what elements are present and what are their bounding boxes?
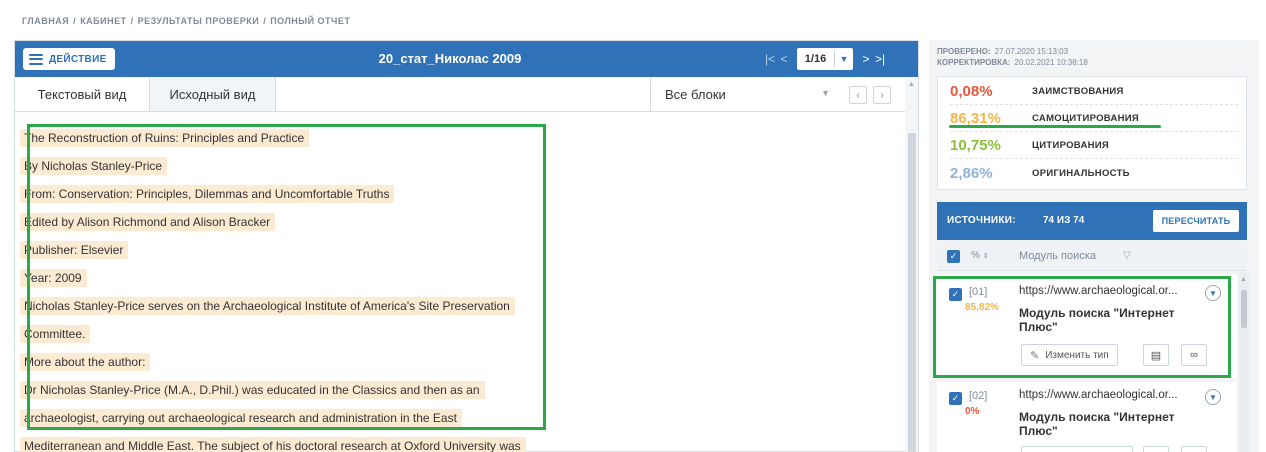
breadcrumb: ГЛАВНАЯ / КАБИНЕТ / РЕЗУЛЬТАТЫ ПРОВЕРКИ / ПОЛН… — [22, 16, 350, 26]
source-url[interactable]: https://www.archaeological.or... — [1019, 389, 1178, 401]
stat-row-citations: 10,75% ЦИТИРОВАНИЯ — [950, 133, 1238, 159]
page-navigator: |< < 1/16 ▼ > >| — [763, 47, 887, 71]
action-menu-button[interactable]: ДЕЙСТВИЕ — [23, 48, 115, 70]
sort-icon: ⇕ — [982, 253, 989, 260]
stat-row-originality: 2,86% ОРИГИНАЛЬНОСТЬ — [950, 160, 1238, 186]
source-item[interactable]: ✓ [02] 0% https://www.archaeological.or.… — [937, 382, 1237, 452]
corrected-value: 20.02.2021 10:38:18 — [1014, 58, 1088, 67]
change-type-button[interactable] — [1021, 446, 1133, 452]
checked-value: 27.07.2020 15:13:03 — [994, 47, 1069, 56]
checked-label: ПРОВЕРЕНО: — [937, 47, 991, 56]
source-module: Модуль поиска "Интернет Плюс" — [1019, 410, 1175, 438]
stat-value: 10,75% — [950, 137, 1001, 154]
breadcrumb-separator: / — [130, 16, 134, 26]
breadcrumb-results[interactable]: РЕЗУЛЬТАТЫ ПРОВЕРКИ — [138, 16, 260, 26]
document-scroll-thumb[interactable] — [908, 133, 916, 452]
corrected-label: КОРРЕКТИРОВКА: — [937, 58, 1011, 67]
stat-label: ЗАИМСТВОВАНИЯ — [1032, 86, 1124, 97]
action-label: ДЕЙСТВИЕ — [49, 53, 107, 65]
sort-percent[interactable]: % ⇕ — [971, 250, 989, 261]
breadcrumb-separator: / — [263, 16, 267, 26]
hamburger-icon — [29, 53, 43, 65]
tab-text-view[interactable]: Текстовый вид — [15, 77, 150, 111]
breadcrumb-separator: / — [73, 16, 77, 26]
breadcrumb-cabinet[interactable]: КАБИНЕТ — [80, 16, 126, 26]
sources-count: 74 ИЗ 74 — [1043, 215, 1085, 226]
next-page-icon[interactable]: > — [859, 52, 873, 66]
page-select[interactable]: 1/16 ▼ — [797, 48, 853, 70]
recalculate-button[interactable]: ПЕРЕСЧИТАТЬ — [1153, 210, 1239, 232]
blocks-select-value: Все блоки — [665, 86, 726, 102]
document-title: 20_стат_Николас 2009 — [378, 51, 522, 66]
select-all-checkbox[interactable]: ✓ — [947, 250, 960, 263]
sources-scroll-thumb[interactable] — [1241, 290, 1247, 328]
source-index: [02] — [969, 390, 988, 402]
chevron-down-icon: ▼ — [821, 88, 830, 98]
book-icon[interactable] — [1143, 446, 1169, 452]
check-meta: ПРОВЕРЕНО: 27.07.2020 15:13:03 КОРРЕКТИРО… — [937, 46, 1088, 68]
page-value: 1/16 — [804, 53, 827, 65]
sources-column-header: ✓ % ⇕ Модуль поиска ▽ — [937, 241, 1247, 271]
prev-block-button[interactable]: ‹ — [849, 86, 867, 104]
first-page-icon[interactable]: |< — [763, 52, 777, 66]
annotation-underline — [949, 125, 1161, 128]
sources-title: ИСТОЧНИКИ: — [947, 215, 1016, 226]
report-sidebar: ПРОВЕРЕНО: 27.07.2020 15:13:03 КОРРЕКТИРО… — [929, 40, 1259, 452]
last-page-icon[interactable]: >| — [873, 52, 887, 66]
breadcrumb-home[interactable]: ГЛАВНАЯ — [22, 16, 69, 26]
stat-label: ОРИГИНАЛЬНОСТЬ — [1032, 167, 1130, 179]
annotation-highlight-box — [27, 124, 546, 430]
chevron-down-icon: ▼ — [839, 54, 849, 64]
prev-page-icon[interactable]: < — [777, 52, 791, 66]
module-column-label: Модуль поиска — [1019, 250, 1096, 262]
blocks-select[interactable]: Все блоки ▼ — [650, 77, 840, 111]
stat-value: 2,86% — [950, 164, 993, 182]
filter-icon[interactable]: ▽ — [1123, 250, 1131, 261]
stats-card: 0,08% ЗАИМСТВОВАНИЯ 86,31% САМОЦИТИРОВАН… — [937, 76, 1247, 190]
stat-label: ЦИТИРОВАНИЯ — [1032, 140, 1110, 151]
annotation-source-box — [933, 276, 1231, 378]
scroll-up-icon[interactable]: ▲ — [908, 81, 915, 88]
stat-value: 0,08% — [950, 83, 993, 100]
sources-header: ИСТОЧНИКИ: 74 ИЗ 74 ПЕРЕСЧИТАТЬ — [937, 202, 1247, 240]
stat-label: САМОЦИТИРОВАНИЯ — [1032, 113, 1140, 124]
view-tabs: Текстовый вид Исходный вид Все блоки ▼ ‹… — [15, 77, 918, 112]
document-toolbar: ДЕЙСТВИЕ 20_стат_Николас 2009 |< < 1/16 … — [15, 41, 918, 77]
breadcrumb-report: ПОЛНЫЙ ОТЧЕТ — [270, 16, 351, 26]
scroll-up-icon[interactable]: ▲ — [1240, 276, 1247, 283]
chevron-down-icon[interactable]: ▼ — [1205, 389, 1221, 405]
stat-row-borrowings: 0,08% ЗАИМСТВОВАНИЯ — [950, 79, 1238, 105]
tab-source-view[interactable]: Исходный вид — [150, 77, 276, 111]
source-checkbox[interactable]: ✓ — [949, 392, 962, 405]
link-icon[interactable] — [1181, 446, 1207, 452]
sort-percent-label: % — [971, 250, 980, 261]
next-block-button[interactable]: › — [873, 86, 891, 104]
document-line: Mediterranean and Middle East. The subje… — [20, 437, 526, 452]
source-percent: 0% — [965, 406, 980, 417]
stat-row-self-citations: 86,31% САМОЦИТИРОВАНИЯ — [950, 106, 1238, 132]
